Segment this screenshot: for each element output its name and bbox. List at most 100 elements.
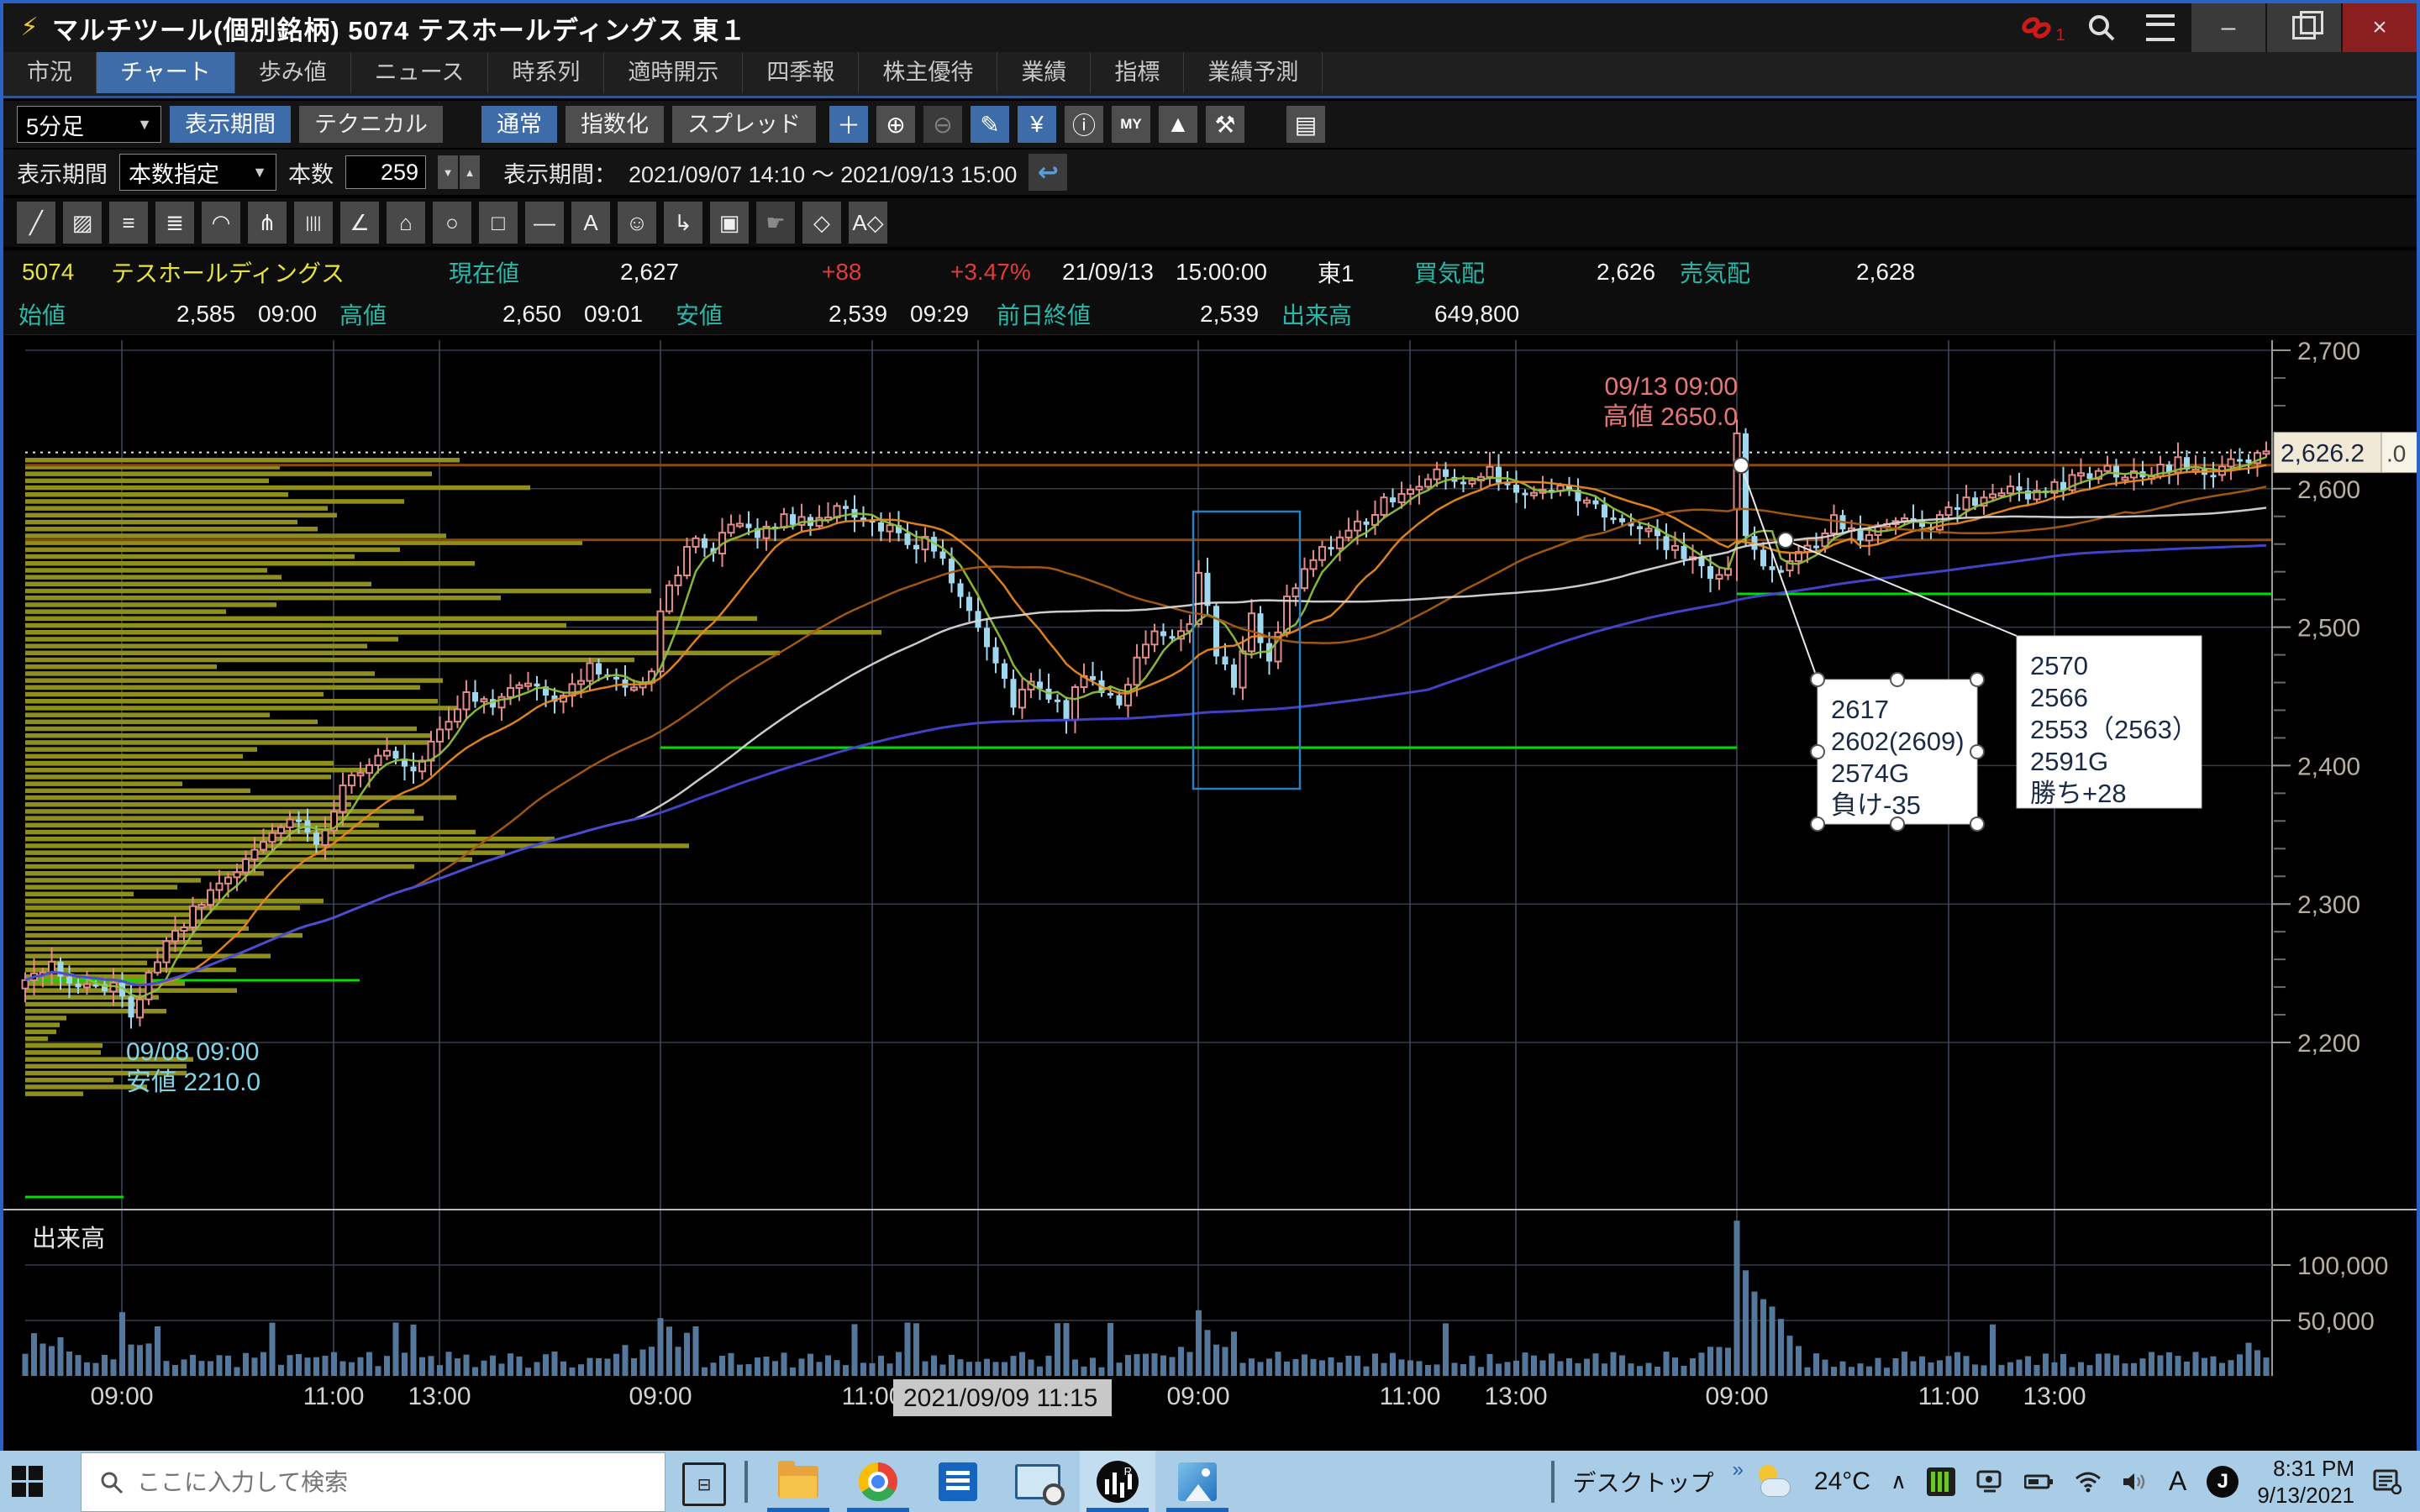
- quote-field: 2,585: [176, 301, 235, 328]
- tray-chevron-icon[interactable]: ∧: [1891, 1468, 1907, 1494]
- eraser-tool[interactable]: ◇: [802, 202, 841, 244]
- chart-area[interactable]: 2,7002,6002,5002,4002,3002,20009/13 09:0…: [0, 336, 2420, 1512]
- crosshair-icon[interactable]: ＋: [829, 106, 868, 143]
- restore-button[interactable]: [2267, 3, 2341, 52]
- ellipse-tool[interactable]: ○: [433, 202, 471, 244]
- polygon-tool[interactable]: ⌂: [387, 202, 425, 244]
- eraser-all-tool[interactable]: A◇: [849, 202, 887, 244]
- search-input[interactable]: [135, 1468, 609, 1497]
- trend-line-tool[interactable]: ╱: [17, 202, 55, 244]
- link-group-number: 1: [2055, 26, 2065, 45]
- zoom-in-icon[interactable]: ⊕: [876, 106, 915, 143]
- normal-mode-button[interactable]: 通常: [481, 106, 557, 143]
- clock-time: 8:31 PM: [2257, 1455, 2354, 1482]
- taskbar-search[interactable]: [81, 1452, 666, 1512]
- battery-icon[interactable]: [2024, 1473, 2054, 1491]
- printer-icon[interactable]: ▤: [1286, 106, 1325, 143]
- tab-0[interactable]: 市況: [3, 52, 97, 93]
- text-tool[interactable]: A: [571, 202, 610, 244]
- interval-select[interactable]: 5分足▼: [17, 106, 161, 143]
- quote-row-secondary: 始値2,58509:00高値2,65009:01安値2,53909:29前日終値…: [3, 294, 2417, 335]
- toolbar-overflow-icon[interactable]: »: [1733, 1458, 1744, 1482]
- zoom-out-icon[interactable]: ⊖: [923, 106, 962, 143]
- fibonacci-arc-tool[interactable]: ◠: [202, 202, 240, 244]
- wrench-icon[interactable]: ⚒: [1206, 106, 1244, 143]
- file-explorer-icon[interactable]: [760, 1451, 836, 1512]
- my-indicator-icon[interactable]: MY: [1112, 106, 1150, 143]
- gann-fan-tool[interactable]: ∠: [340, 202, 379, 244]
- svg-text:11:00: 11:00: [1918, 1383, 1980, 1410]
- quote-field: 649,800: [1434, 301, 1519, 328]
- copy-tool[interactable]: ▣: [710, 202, 749, 244]
- tab-9[interactable]: 指標: [1091, 52, 1184, 93]
- temperature-label[interactable]: 24°C: [1814, 1467, 1870, 1496]
- period-mode-select[interactable]: 本数指定▼: [119, 154, 276, 191]
- vertical-lines-tool[interactable]: ||||: [294, 202, 333, 244]
- svg-text:2570: 2570: [2030, 651, 2088, 680]
- svg-text:2566: 2566: [2030, 683, 2088, 712]
- yen-axis-icon[interactable]: ¥: [1018, 106, 1056, 143]
- photos-app-icon[interactable]: [1160, 1451, 1235, 1512]
- fan-lines-tool[interactable]: ⋔: [248, 202, 287, 244]
- weather-icon[interactable]: [1757, 1465, 1794, 1499]
- grid-lines-tool[interactable]: ≣: [155, 202, 194, 244]
- hand-tool[interactable]: ☛: [756, 202, 795, 244]
- blue-tile-app-icon[interactable]: [920, 1451, 996, 1512]
- task-view-icon[interactable]: ⊟: [682, 1462, 726, 1506]
- reload-icon[interactable]: ↩: [1028, 154, 1067, 191]
- ime-letter-icon[interactable]: A: [2169, 1466, 2186, 1497]
- ime-mode-icon[interactable]: J: [2207, 1466, 2238, 1498]
- technical-button[interactable]: テクニカル: [299, 106, 443, 143]
- rectangle-tool[interactable]: □: [479, 202, 518, 244]
- horizontal-lines-tool[interactable]: ≡: [109, 202, 148, 244]
- search-icon[interactable]: [2072, 3, 2131, 52]
- mountain-chart-icon[interactable]: ▲: [1159, 106, 1197, 143]
- tab-8[interactable]: 業績: [997, 52, 1091, 93]
- quote-field: 15:00:00: [1176, 259, 1267, 286]
- clock[interactable]: 8:31 PM 9/13/2021: [2257, 1455, 2354, 1509]
- quote-field: テスホールディングス: [111, 255, 345, 289]
- tab-7[interactable]: 株主優待: [859, 52, 997, 93]
- volume-bars: [23, 1221, 2270, 1376]
- pointer-tool[interactable]: ↳: [664, 202, 702, 244]
- tab-5[interactable]: 適時開示: [604, 52, 743, 93]
- svg-text:09:00: 09:00: [1705, 1383, 1768, 1410]
- count-up-button[interactable]: ▲: [460, 155, 480, 189]
- count-label: 本数: [288, 156, 334, 189]
- device-tray-icon[interactable]: [1975, 1469, 2004, 1494]
- screen-capture-app-icon[interactable]: [1000, 1451, 1076, 1512]
- tab-1[interactable]: チャート: [97, 52, 235, 93]
- action-center-icon[interactable]: [2373, 1469, 2402, 1494]
- link-group-icon[interactable]: 1: [2013, 3, 2072, 52]
- menu-icon[interactable]: [2131, 3, 2190, 52]
- tab-3[interactable]: ニュース: [351, 52, 489, 93]
- bar-count-input[interactable]: [345, 155, 426, 189]
- chrome-icon[interactable]: [840, 1451, 916, 1512]
- range-value: 2021/09/07 14:10 ～ 2021/09/13 15:00: [629, 156, 1017, 189]
- draw-pencil-icon[interactable]: ✎: [971, 106, 1009, 143]
- icon-stamp-tool[interactable]: ☺: [618, 202, 656, 244]
- desktop-toolbar-label[interactable]: デスクトップ: [1573, 1465, 1714, 1499]
- close-button[interactable]: ×: [2343, 3, 2417, 52]
- svg-text:2021/09/09 11:15: 2021/09/09 11:15: [903, 1384, 1097, 1412]
- wifi-icon[interactable]: [2075, 1471, 2102, 1493]
- minimize-button[interactable]: –: [2191, 3, 2265, 52]
- spread-mode-button[interactable]: スプレッド: [672, 106, 816, 143]
- count-down-button[interactable]: ▼: [438, 155, 458, 189]
- tab-10[interactable]: 業績予測: [1184, 52, 1323, 93]
- tab-6[interactable]: 四季報: [743, 52, 859, 93]
- speaker-icon[interactable]: [2122, 1471, 2149, 1493]
- display-period-button[interactable]: 表示期間: [170, 106, 291, 143]
- windows-logo-icon: [12, 1466, 43, 1497]
- horizontal-line-tool[interactable]: —: [525, 202, 564, 244]
- chart-app-icon[interactable]: [1080, 1451, 1155, 1512]
- tab-2[interactable]: 歩み値: [235, 52, 351, 93]
- candlestick-chart[interactable]: 2,7002,6002,5002,4002,3002,20009/13 09:0…: [0, 336, 2420, 1512]
- green-utility-tray-icon[interactable]: [1927, 1467, 1955, 1496]
- tab-4[interactable]: 時系列: [488, 52, 604, 93]
- start-button[interactable]: [0, 1451, 54, 1512]
- windows-taskbar: ⊟ デスクトップ » 24°C ∧ A J: [0, 1451, 2420, 1512]
- channel-tool[interactable]: ▨: [63, 202, 102, 244]
- indexed-mode-button[interactable]: 指数化: [566, 106, 664, 143]
- info-icon[interactable]: ⓘ: [1065, 106, 1103, 143]
